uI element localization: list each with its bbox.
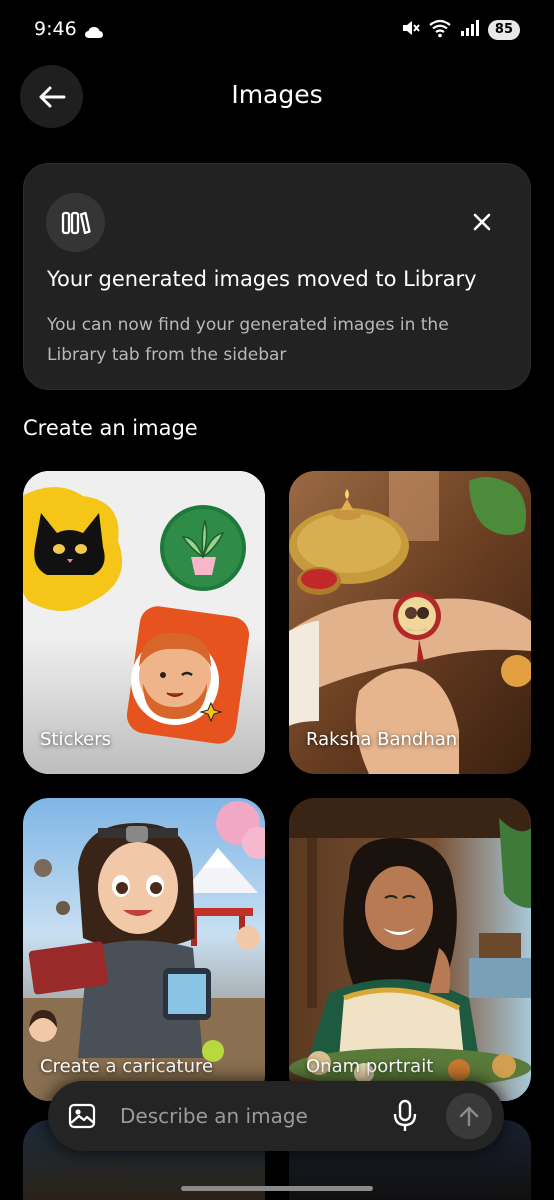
card-label: Stickers — [40, 729, 112, 750]
send-button[interactable] — [446, 1093, 492, 1139]
library-icon — [46, 193, 105, 252]
status-bar: 9:46 85 — [0, 0, 554, 58]
cloud-icon — [84, 24, 104, 43]
status-icons: 85 — [400, 18, 520, 42]
banner-title: Your generated images moved to Library — [47, 267, 477, 291]
image-icon[interactable] — [68, 1103, 96, 1133]
card-raksha-bandhan[interactable]: Raksha Bandhan — [289, 471, 531, 774]
banner-body: You can now find your generated images i… — [47, 315, 449, 365]
card-stickers[interactable]: Stickers — [23, 471, 265, 774]
page-title: Images — [231, 80, 323, 109]
card-create-a-caricature[interactable]: Create a caricature — [23, 798, 265, 1101]
card-label: Onam portrait — [306, 1056, 434, 1077]
status-time: 9:46 — [34, 18, 77, 40]
home-indicator[interactable] — [181, 1186, 373, 1191]
mic-icon[interactable] — [392, 1099, 418, 1137]
card-onam-portrait[interactable]: Onam portrait — [289, 798, 531, 1101]
close-icon[interactable] — [468, 208, 496, 236]
mute-icon — [400, 18, 420, 42]
card-label: Raksha Bandhan — [306, 729, 458, 750]
describe-image-input[interactable] — [120, 1099, 370, 1133]
section-title: Create an image — [23, 416, 198, 440]
battery-icon: 85 — [487, 20, 520, 40]
wifi-icon — [428, 18, 452, 42]
signal-icon — [460, 19, 480, 41]
card-label: Create a caricature — [40, 1056, 214, 1077]
image-prompt-composer — [48, 1081, 504, 1151]
library-notice-banner: Your generated images moved to Library Y… — [23, 163, 531, 390]
send-arrow-icon — [459, 1106, 479, 1127]
